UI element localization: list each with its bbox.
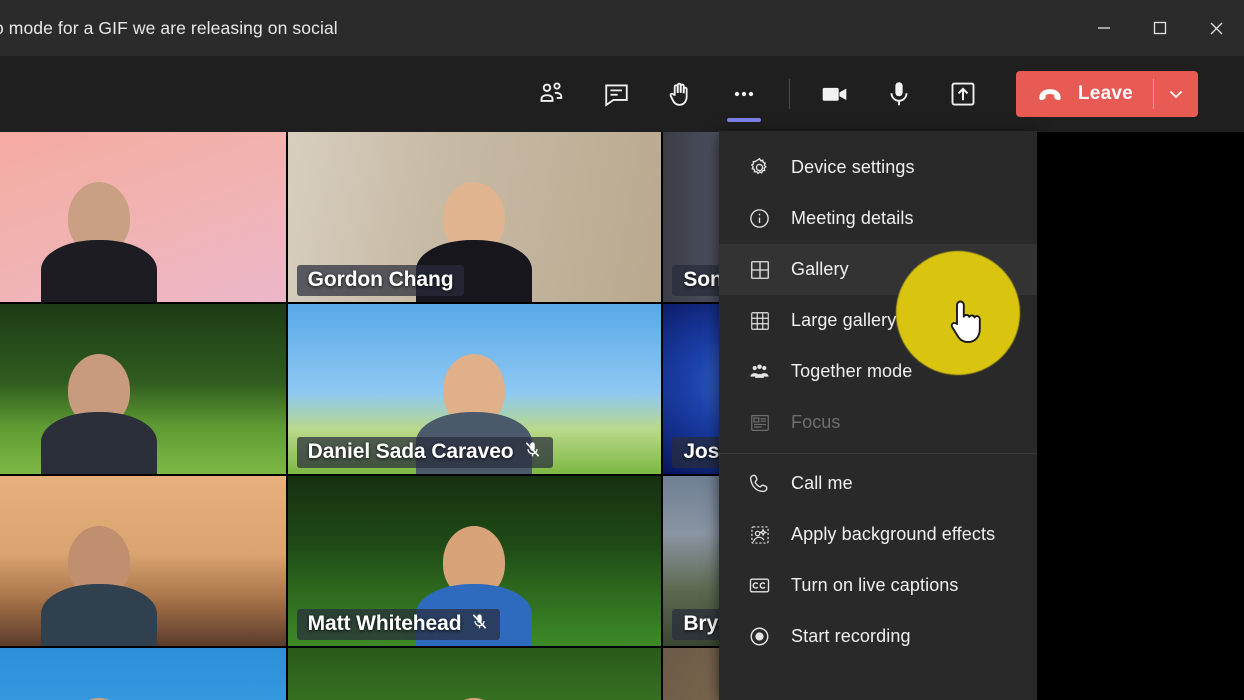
menu-item-label: Turn on live captions (791, 575, 959, 596)
raise-hand-button[interactable] (648, 64, 712, 124)
window-controls (1076, 0, 1244, 56)
background-effects-icon (747, 522, 772, 547)
more-actions-active-indicator (727, 118, 761, 122)
video-tile[interactable] (0, 132, 286, 302)
menu-item-label: Gallery (791, 259, 849, 280)
participant-silhouette (40, 520, 158, 646)
hand-icon (666, 80, 695, 109)
phone-icon (747, 471, 772, 496)
muted-indicator (470, 612, 489, 636)
video-tile[interactable] (0, 304, 286, 474)
together-mode-icon (747, 359, 772, 384)
video-tile[interactable] (0, 476, 286, 646)
camera-icon (819, 78, 851, 110)
close-icon (1208, 20, 1225, 37)
menu-item-label: Call me (791, 473, 853, 494)
menu-item-label: Device settings (791, 157, 915, 178)
muted-indicator (523, 440, 542, 464)
chat-icon (602, 80, 631, 109)
minimize-button[interactable] (1076, 0, 1132, 56)
show-participants-button[interactable] (520, 64, 584, 124)
video-tile[interactable]: Gordon Chang (288, 132, 662, 302)
participant-name: Gordon Chang (308, 268, 454, 292)
menu-item-together-mode[interactable]: Together mode (719, 346, 1037, 397)
microphone-icon (884, 79, 914, 109)
show-conversation-button[interactable] (584, 64, 648, 124)
toggle-mic-button[interactable] (867, 64, 931, 124)
large-gallery-grid-icon (747, 308, 772, 333)
participant-name-label: Gordon Chang (297, 265, 465, 296)
muted-mic-icon (523, 440, 542, 459)
participant-name: Daniel Sada Caraveo (308, 440, 514, 464)
menu-item-label: Start recording (791, 626, 911, 647)
focus-icon (747, 410, 772, 435)
participant-silhouette (40, 692, 158, 700)
menu-item-checkmark (997, 308, 1018, 334)
empty-right-area (1037, 132, 1244, 700)
ellipsis-icon (730, 80, 758, 108)
window-title: o mode for a GIF we are releasing on soc… (0, 18, 338, 39)
meeting-toolbar: Leave (0, 56, 1244, 132)
menu-item-start-recording[interactable]: Start recording (719, 611, 1037, 662)
participant-name-label: Daniel Sada Caraveo (297, 437, 553, 468)
people-icon (537, 79, 567, 109)
participant-name-label: Matt Whitehead (297, 609, 501, 640)
share-content-button[interactable] (931, 64, 995, 124)
video-tile[interactable] (288, 648, 662, 700)
close-button[interactable] (1188, 0, 1244, 56)
menu-section-view: Device settings Meeting details Gallery Lar… (719, 131, 1037, 448)
menu-divider (719, 453, 1037, 454)
record-icon (747, 624, 772, 649)
menu-item-large-gallery[interactable]: Large gallery (719, 295, 1037, 346)
menu-item-label: Apply background effects (791, 524, 995, 545)
info-icon (747, 206, 772, 231)
more-actions-menu: Device settings Meeting details Gallery Lar… (719, 131, 1037, 700)
title-bar: o mode for a GIF we are releasing on soc… (0, 0, 1244, 56)
teams-meeting-window: o mode for a GIF we are releasing on soc… (0, 0, 1244, 700)
closed-captions-icon (747, 573, 772, 598)
video-tile[interactable]: Matt Whitehead (288, 476, 662, 646)
menu-item-meeting-details[interactable]: Meeting details (719, 193, 1037, 244)
menu-item-label: Together mode (791, 361, 912, 382)
leave-main-action[interactable]: Leave (1016, 71, 1153, 117)
menu-item-focus: Focus (719, 397, 1037, 448)
video-tile[interactable] (0, 648, 286, 700)
share-screen-icon (948, 79, 978, 109)
gallery-grid-icon (747, 257, 772, 282)
menu-item-label: Focus (791, 412, 841, 433)
menu-item-call-me[interactable]: Call me (719, 458, 1037, 509)
leave-button[interactable]: Leave (1016, 71, 1198, 117)
checkmark-icon (997, 308, 1018, 329)
leave-options-button[interactable] (1154, 71, 1198, 117)
menu-item-apply-background-effects[interactable]: Apply background effects (719, 509, 1037, 560)
muted-mic-icon (470, 612, 489, 631)
maximize-button[interactable] (1132, 0, 1188, 56)
gear-icon (747, 155, 772, 180)
participant-silhouette (40, 348, 158, 474)
participant-name: Matt Whitehead (308, 612, 462, 636)
menu-item-device-settings[interactable]: Device settings (719, 142, 1037, 193)
menu-item-label: Meeting details (791, 208, 914, 229)
menu-item-label: Large gallery (791, 310, 896, 331)
menu-section-actions: Call me Apply background effects Turn on l… (719, 458, 1037, 662)
toggle-camera-button[interactable] (803, 64, 867, 124)
menu-item-turn-on-live-captions[interactable]: Turn on live captions (719, 560, 1037, 611)
chevron-down-icon (1166, 84, 1186, 104)
toolbar-divider (789, 79, 790, 109)
maximize-icon (1152, 20, 1168, 36)
leave-label: Leave (1078, 83, 1133, 105)
more-actions-button[interactable] (712, 64, 776, 124)
video-tile[interactable]: Daniel Sada Caraveo (288, 304, 662, 474)
minimize-icon (1096, 20, 1112, 36)
menu-item-gallery[interactable]: Gallery (719, 244, 1037, 295)
participant-silhouette (40, 176, 158, 302)
hangup-icon (1035, 79, 1065, 109)
participant-silhouette (415, 692, 533, 700)
